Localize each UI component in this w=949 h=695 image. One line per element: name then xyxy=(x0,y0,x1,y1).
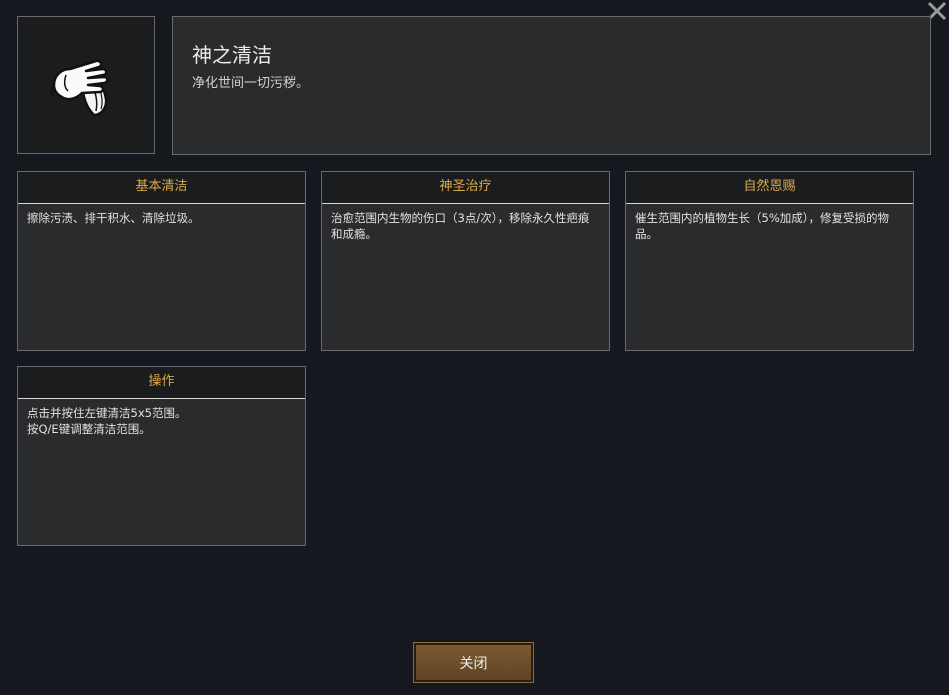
skill-icon-frame xyxy=(17,16,155,154)
effect-card-holy-healing: 神圣治疗 治愈范围内生物的伤口（3点/次），移除永久性疤痕和成瘾。 xyxy=(321,171,610,351)
card-title: 操作 xyxy=(18,367,305,399)
card-body: 点击并按住左键清洁5x5范围。 按Q/E键调整清洁范围。 xyxy=(27,406,187,436)
white-glove-holding-cloth-icon xyxy=(50,59,109,117)
effect-card-basic-cleaning: 基本清洁 擦除污渍、排干积水、清除垃圾。 xyxy=(17,171,306,351)
effect-card-nature-gift: 自然恩赐 催生范围内的植物生长（5%加成），修复受损的物品。 xyxy=(625,171,914,351)
skill-title: 神之清洁 xyxy=(192,43,272,67)
card-title: 神圣治疗 xyxy=(322,172,609,204)
skill-detail-dialog: 神之清洁 净化世间一切污秽。 基本清洁 擦除污渍、排干积水、清除垃圾。 神圣治疗… xyxy=(0,0,949,695)
card-title: 基本清洁 xyxy=(18,172,305,204)
card-body: 治愈范围内生物的伤口（3点/次），移除永久性疤痕和成瘾。 xyxy=(331,211,590,241)
skill-description: 净化世间一切污秽。 xyxy=(192,76,310,91)
card-body: 擦除污渍、排干积水、清除垃圾。 xyxy=(27,211,200,225)
skill-header-panel: 神之清洁 净化世间一切污秽。 xyxy=(172,16,931,155)
card-body: 催生范围内的植物生长（5%加成），修复受损的物品。 xyxy=(635,211,889,241)
controls-card: 操作 点击并按住左键清洁5x5范围。 按Q/E键调整清洁范围。 xyxy=(17,366,306,546)
card-title: 自然恩赐 xyxy=(626,172,913,204)
close-button[interactable]: 关闭 xyxy=(413,642,534,683)
